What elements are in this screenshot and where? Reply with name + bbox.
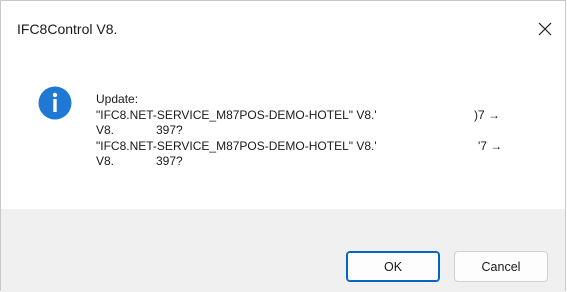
ok-button[interactable]: OK (346, 251, 440, 282)
close-icon (538, 22, 552, 36)
message-heading-text: Update: (96, 92, 139, 106)
message-line-text: )7 → (474, 107, 501, 122)
window-title: IFC8Control V8. (17, 21, 118, 37)
button-bar: OK Cancel (1, 209, 565, 292)
message-line-text: "IFC8.NET-SERVICE_M87POS-DEMO-HOTEL" V8.… (96, 138, 377, 153)
message-line-text: V8. (96, 123, 115, 137)
message-line-text: '7 → (478, 138, 503, 153)
message-line: "IFC8.NET-SERVICE_M87POS-DEMO-HOTEL" V8.… (96, 139, 536, 155)
close-button[interactable] (525, 11, 565, 47)
dialog-content: Update: "IFC8.NET-SERVICE_M87POS-DEMO-HO… (1, 53, 565, 209)
cancel-button[interactable]: Cancel (454, 251, 548, 282)
message-line: V8. 397? (96, 154, 536, 170)
message-text: Update: "IFC8.NET-SERVICE_M87POS-DEMO-HO… (96, 92, 536, 170)
message-line-text: V8. (96, 154, 115, 168)
message-line-text: 397? (156, 154, 183, 168)
title-bar[interactable]: IFC8Control V8. (1, 1, 565, 53)
message-heading: Update: (96, 92, 536, 108)
message-line: V8. 397? (96, 123, 536, 139)
message-line-text: 397? (156, 123, 183, 137)
message-dialog: IFC8Control V8. Update: "IFC8.NET-SERVIC… (0, 0, 566, 292)
message-line: "IFC8.NET-SERVICE_M87POS-DEMO-HOTEL" V8.… (96, 108, 536, 124)
message-line-text: "IFC8.NET-SERVICE_M87POS-DEMO-HOTEL" V8.… (96, 107, 377, 122)
info-icon (38, 86, 72, 120)
